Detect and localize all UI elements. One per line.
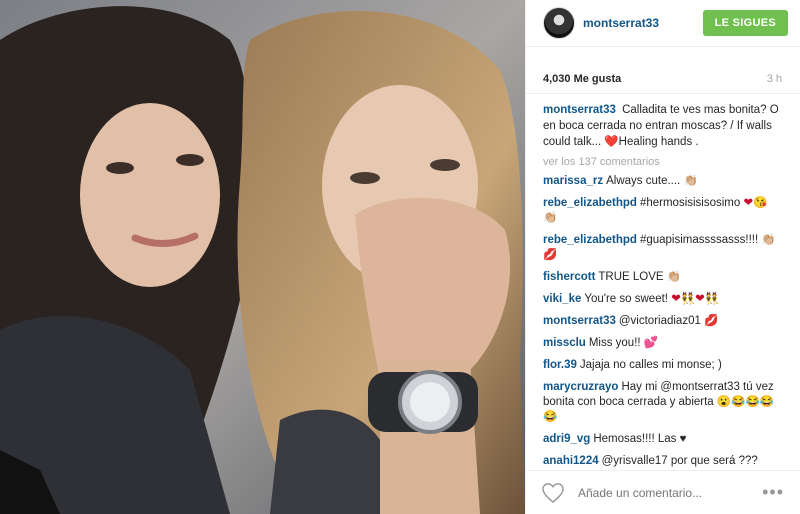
comment-username[interactable]: montserrat33 — [543, 315, 616, 327]
avatar[interactable] — [543, 7, 575, 39]
comment: adri9_vg Hemosas!!!! Las ♥ — [543, 432, 780, 447]
comment-username[interactable]: rebe_elizabethpd — [543, 234, 637, 246]
comment-text: TRUE LOVE — [598, 271, 664, 283]
comment-username[interactable]: missclu — [543, 337, 586, 349]
comment: rebe_elizabethpd #hermosisisisosimo ❤😘👏🏼 — [543, 196, 780, 226]
comment-emoji: 💋 — [704, 315, 719, 327]
comment-text: @yrisvalle17 por que será ??? — [601, 455, 758, 467]
caption-username[interactable]: montserrat33 — [543, 104, 616, 116]
more-options-icon[interactable]: ••• — [762, 482, 784, 503]
comment: marissa_rz Always cute.... 👏🏼 — [543, 174, 780, 189]
comment: fishercott TRUE LOVE 👏🏼 — [543, 270, 780, 285]
comment-text: #hermosisisisosimo — [639, 197, 741, 209]
heart-icon[interactable] — [542, 482, 564, 503]
comments-list: montserrat33 Calladita te ves mas bonita… — [526, 94, 800, 472]
comment-text: Hemosas!!!! Las ♥ — [593, 433, 687, 445]
comment-text: Jajaja no calles mi monse; ) — [579, 359, 722, 371]
comment-username[interactable]: adri9_vg — [543, 433, 590, 445]
post-time[interactable]: 3 h — [767, 73, 782, 85]
post-side-panel: montserrat33 LE SIGUES 4,030 Me gusta 3 … — [525, 0, 800, 514]
follow-button[interactable]: LE SIGUES — [702, 10, 788, 36]
comment-text: Miss you!! — [588, 337, 641, 349]
comment-username[interactable]: fishercott — [543, 271, 595, 283]
comment: viki_ke You're so sweet! ❤👯❤👯 — [543, 292, 780, 307]
comment: anahi1224 @yrisvalle17 por que será ??? — [543, 454, 780, 469]
comment: montserrat33 @victoriadiaz01 💋 — [543, 314, 780, 329]
likes-count[interactable]: 4,030 Me gusta — [543, 73, 621, 85]
view-more-comments-link[interactable]: ver los 137 comentarios — [543, 156, 780, 168]
comment-username[interactable]: marycruzrayo — [543, 381, 618, 393]
comment-emoji: 👏🏼 — [666, 271, 682, 283]
comment-text: Always cute.... — [606, 175, 681, 187]
header-username[interactable]: montserrat33 — [583, 16, 703, 30]
comment: missclu Miss you!! 💕 — [543, 336, 780, 351]
comment-emoji: ❤👯❤👯 — [671, 293, 720, 305]
post-header: montserrat33 LE SIGUES — [526, 0, 800, 47]
add-comment-input[interactable] — [576, 484, 763, 501]
comment-username[interactable]: flor.39 — [543, 359, 577, 371]
comment: flor.39 Jajaja no calles mi monse; ) — [543, 358, 780, 373]
comment-username[interactable]: marissa_rz — [543, 175, 603, 187]
caption: montserrat33 Calladita te ves mas bonita… — [543, 102, 780, 150]
comment-emoji: 💕 — [643, 337, 659, 349]
comment: marycruzrayo Hay mi @montserrat33 tú vez … — [543, 380, 780, 425]
comment-emoji: 👏🏼 — [683, 175, 698, 187]
comment: rebe_elizabethpd #guapisimassssasss!!!! 👏… — [543, 233, 780, 263]
post-photo — [0, 0, 525, 514]
post-footer: ••• — [526, 470, 800, 514]
comment-text: #guapisimassssasss!!!! — [639, 234, 759, 246]
comment-username[interactable]: viki_ke — [543, 293, 581, 305]
comment-username[interactable]: anahi1224 — [543, 455, 599, 467]
comment-text: You're so sweet! — [584, 293, 668, 305]
post-stats: 4,030 Me gusta 3 h — [526, 64, 800, 94]
comment-username[interactable]: rebe_elizabethpd — [543, 197, 637, 209]
comment-text: @victoriadiaz01 — [618, 315, 701, 327]
